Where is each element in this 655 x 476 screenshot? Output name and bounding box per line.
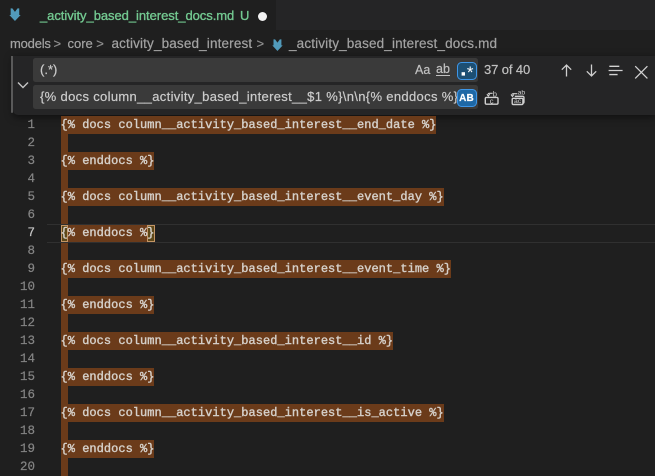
svg-text:c: c [490, 96, 494, 105]
svg-text:ac: ac [514, 98, 522, 105]
svg-text:ab: ab [518, 90, 526, 97]
svg-text:*: * [466, 63, 473, 80]
